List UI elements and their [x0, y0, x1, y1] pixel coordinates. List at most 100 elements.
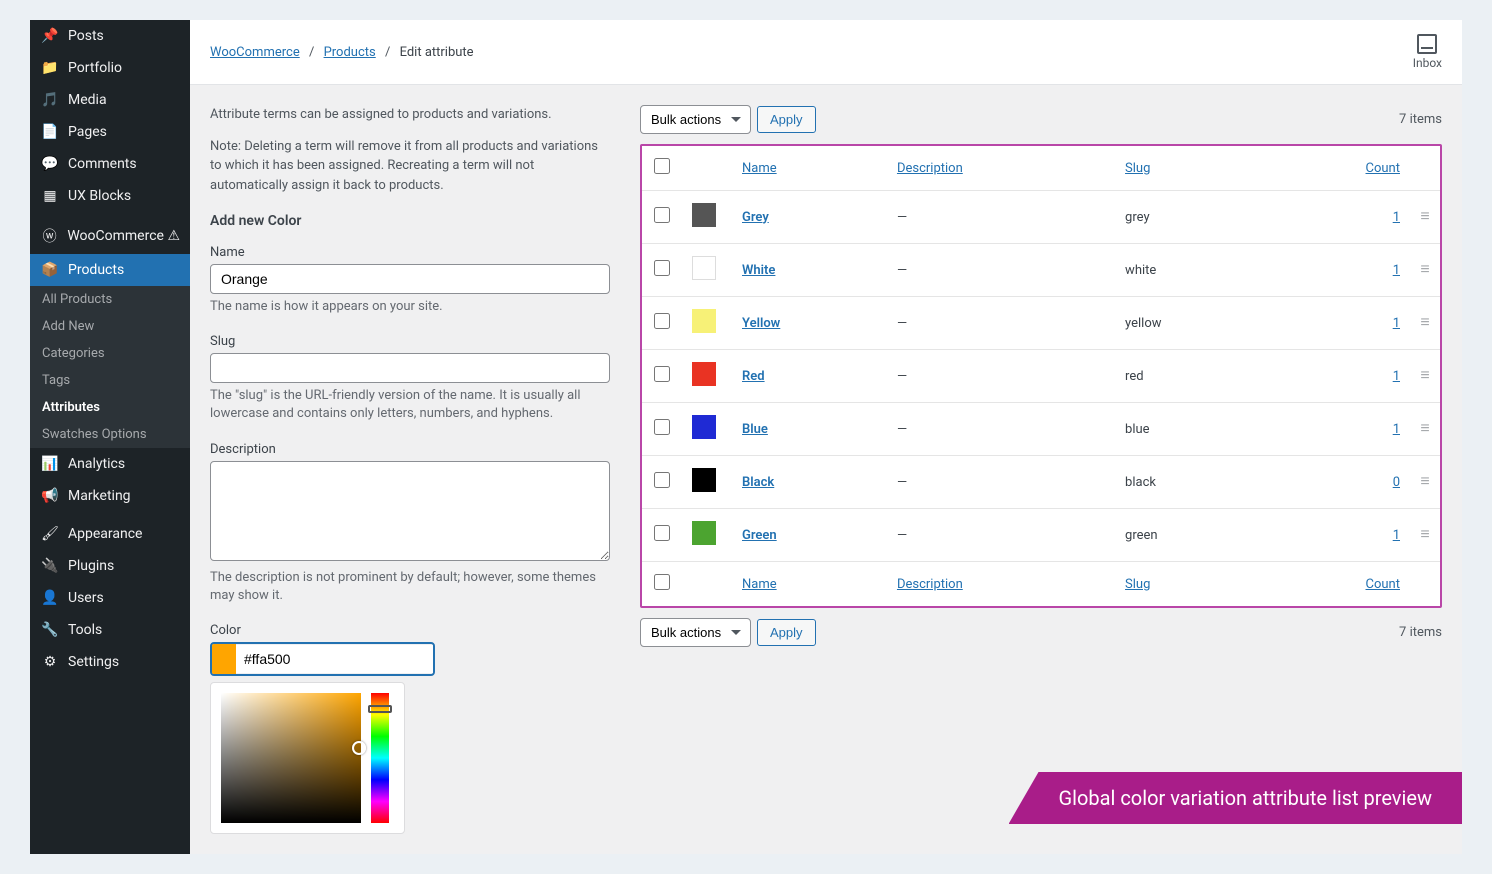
sidebar-item-portfolio[interactable]: 📁Portfolio	[30, 52, 190, 84]
sub-categories[interactable]: Categories	[30, 340, 190, 367]
items-count: 7 items	[1399, 112, 1442, 127]
term-count-link[interactable]: 1	[1393, 369, 1400, 384]
bulk-actions-select[interactable]: Bulk actions	[640, 105, 751, 134]
term-count-link[interactable]: 1	[1393, 422, 1400, 437]
footer-name[interactable]: Name	[742, 577, 777, 592]
header-description[interactable]: Description	[897, 161, 963, 176]
name-input[interactable]	[210, 264, 610, 294]
sidebar-item-analytics[interactable]: 📊Analytics	[30, 448, 190, 480]
term-name-link[interactable]: White	[742, 263, 775, 278]
sub-attributes[interactable]: Attributes	[30, 394, 190, 421]
term-name-link[interactable]: Blue	[742, 422, 768, 437]
drag-handle-icon[interactable]: ≡	[1420, 531, 1429, 537]
intro-text: Attribute terms can be assigned to produ…	[210, 105, 610, 125]
brush-icon: 🖌	[40, 526, 60, 542]
sub-all-products[interactable]: All Products	[30, 286, 190, 313]
sidebar-item-marketing[interactable]: 📢Marketing	[30, 480, 190, 512]
row-checkbox[interactable]	[654, 260, 670, 276]
color-swatch	[692, 362, 716, 386]
sidebar-item-settings[interactable]: ⚙Settings	[30, 646, 190, 678]
apply-button[interactable]: Apply	[757, 106, 816, 133]
term-count-link[interactable]: 1	[1393, 263, 1400, 278]
breadcrumb-products[interactable]: Products	[324, 45, 376, 60]
color-swatch-preview[interactable]	[212, 644, 236, 674]
row-checkbox[interactable]	[654, 472, 670, 488]
table-row: Red — red 1 ≡	[642, 350, 1440, 403]
sidebar-item-tools[interactable]: 🔧Tools	[30, 614, 190, 646]
sidebar-item-users[interactable]: 👤Users	[30, 582, 190, 614]
row-checkbox[interactable]	[654, 419, 670, 435]
row-checkbox[interactable]	[654, 313, 670, 329]
drag-handle-icon[interactable]: ≡	[1420, 213, 1429, 219]
sidebar-item-appearance[interactable]: 🖌Appearance	[30, 518, 190, 550]
table-row: White — white 1 ≡	[642, 244, 1440, 297]
inbox-button[interactable]: Inbox	[1413, 34, 1442, 70]
products-icon: 📦	[40, 262, 60, 278]
row-checkbox[interactable]	[654, 207, 670, 223]
drag-handle-icon[interactable]: ≡	[1420, 478, 1429, 484]
page-icon: 📄	[40, 124, 60, 140]
sidebar-item-plugins[interactable]: 🔌Plugins	[30, 550, 190, 582]
term-count-link[interactable]: 1	[1393, 210, 1400, 225]
chart-icon: 📊	[40, 456, 60, 472]
slug-help: The "slug" is the URL-friendly version o…	[210, 387, 610, 423]
description-input[interactable]	[210, 461, 610, 561]
term-name-link[interactable]: Yellow	[742, 316, 780, 331]
sidebar-item-uxblocks[interactable]: ▦UX Blocks	[30, 180, 190, 212]
sub-tags[interactable]: Tags	[30, 367, 190, 394]
term-slug: grey	[1115, 191, 1265, 244]
color-input[interactable]	[236, 645, 433, 673]
drag-handle-icon[interactable]: ≡	[1420, 425, 1429, 431]
term-name-link[interactable]: Green	[742, 528, 777, 543]
sidebar-item-comments[interactable]: 💬Comments	[30, 148, 190, 180]
sub-swatches[interactable]: Swatches Options	[30, 421, 190, 448]
color-saturation-area[interactable]	[221, 693, 361, 823]
term-slug: green	[1115, 509, 1265, 562]
sidebar-item-media[interactable]: 🎵Media	[30, 84, 190, 116]
description-label: Description	[210, 442, 610, 457]
term-count-link[interactable]: 1	[1393, 528, 1400, 543]
terms-list-panel: Bulk actions Apply 7 items Name Descript…	[640, 105, 1442, 834]
term-slug: black	[1115, 456, 1265, 509]
sidebar-item-products[interactable]: 📦Products	[30, 254, 190, 286]
footer-slug[interactable]: Slug	[1125, 577, 1150, 592]
term-name-link[interactable]: Grey	[742, 210, 769, 225]
bulk-actions-select-bottom[interactable]: Bulk actions	[640, 618, 751, 647]
warning-icon: ⚠	[167, 228, 180, 244]
color-swatch	[692, 309, 716, 333]
select-all-checkbox-footer[interactable]	[654, 574, 670, 590]
row-checkbox[interactable]	[654, 366, 670, 382]
sidebar-item-posts[interactable]: 📌Posts	[30, 20, 190, 52]
drag-handle-icon[interactable]: ≡	[1420, 372, 1429, 378]
row-checkbox[interactable]	[654, 525, 670, 541]
color-cursor[interactable]	[352, 741, 366, 755]
term-slug: red	[1115, 350, 1265, 403]
breadcrumb-current: Edit attribute	[400, 45, 474, 60]
hue-cursor[interactable]	[368, 705, 392, 713]
header-slug[interactable]: Slug	[1125, 161, 1150, 176]
term-count-link[interactable]: 0	[1393, 475, 1400, 490]
term-name-link[interactable]: Black	[742, 475, 774, 490]
sub-add-new[interactable]: Add New	[30, 313, 190, 340]
user-icon: 👤	[40, 590, 60, 606]
term-name-link[interactable]: Red	[742, 369, 765, 384]
color-hue-slider[interactable]	[371, 693, 389, 823]
drag-handle-icon[interactable]: ≡	[1420, 266, 1429, 272]
term-count-link[interactable]: 1	[1393, 316, 1400, 331]
bulk-actions-bottom: Bulk actions Apply 7 items	[640, 618, 1442, 647]
header-count[interactable]: Count	[1366, 161, 1400, 176]
footer-count[interactable]: Count	[1366, 577, 1400, 592]
term-description: —	[887, 350, 1115, 403]
sidebar-item-woocommerce[interactable]: ⓦWooCommerce ⚠	[30, 218, 190, 254]
drag-handle-icon[interactable]: ≡	[1420, 319, 1429, 325]
select-all-checkbox[interactable]	[654, 158, 670, 174]
term-description: —	[887, 403, 1115, 456]
sidebar-item-pages[interactable]: 📄Pages	[30, 116, 190, 148]
apply-button-bottom[interactable]: Apply	[757, 619, 816, 646]
footer-description[interactable]: Description	[897, 577, 963, 592]
breadcrumb-woocommerce[interactable]: WooCommerce	[210, 45, 300, 60]
slug-input[interactable]	[210, 353, 610, 383]
breadcrumb: WooCommerce / Products / Edit attribute	[210, 45, 474, 60]
preview-banner: Global color variation attribute list pr…	[1009, 772, 1462, 824]
header-name[interactable]: Name	[742, 161, 777, 176]
